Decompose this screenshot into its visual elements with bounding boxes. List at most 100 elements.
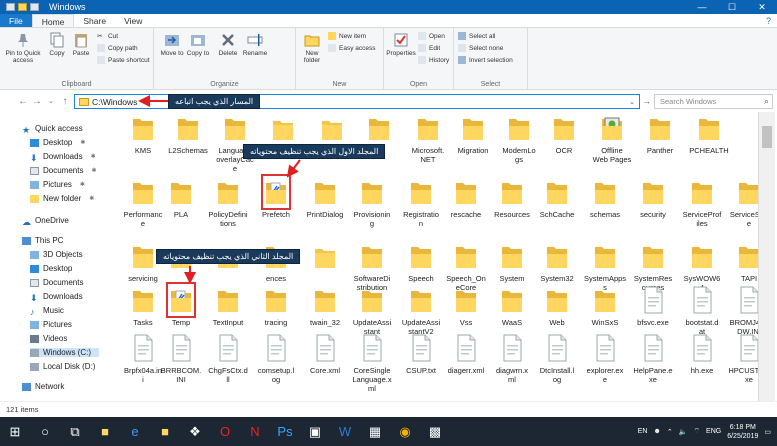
file-item[interactable]: Speech_On eCore xyxy=(441,242,491,292)
maximize-button[interactable]: ☐ xyxy=(717,2,747,13)
vertical-scrollbar[interactable] xyxy=(758,112,775,401)
file-item[interactable]: twain_32 xyxy=(300,286,350,327)
pin-icon[interactable]: ✱ xyxy=(80,181,85,188)
nav-pictures[interactable]: Pictures ✱ xyxy=(30,180,85,189)
file-item[interactable]: Vss xyxy=(441,286,491,327)
easy-access-button[interactable]: Easy access xyxy=(328,44,376,52)
file-item[interactable]: WinSxS xyxy=(580,286,630,327)
file-item[interactable]: PLA xyxy=(156,178,206,219)
nav-pc-pictures[interactable]: Pictures xyxy=(30,320,72,329)
file-item[interactable]: Microsoft. NET xyxy=(403,114,453,164)
file-item[interactable]: Temp xyxy=(156,282,206,327)
pin-icon[interactable]: ✱ xyxy=(91,153,96,160)
nav-pc-downloads[interactable]: ⬇ Downloads xyxy=(30,292,83,303)
pin-icon[interactable]: ✱ xyxy=(91,167,96,174)
file-explorer-icon[interactable]: ■ xyxy=(90,417,120,446)
file-item[interactable]: PrintDialog xyxy=(300,178,350,219)
people-icon[interactable]: ☻ xyxy=(653,428,660,435)
pin-button[interactable]: Pin to Quick access xyxy=(3,32,43,64)
new-item-button[interactable]: New item xyxy=(328,32,366,40)
nav-local-c[interactable]: Windows (C:) xyxy=(30,348,100,357)
tab-home[interactable]: Home xyxy=(31,14,75,27)
file-item[interactable]: Offline Web Pages xyxy=(587,114,637,164)
file-item[interactable] xyxy=(300,242,350,274)
folder-icon[interactable]: ■ xyxy=(150,417,180,446)
paste-button[interactable]: Paste xyxy=(70,32,92,57)
copy-to-button[interactable]: Copy to xyxy=(186,32,210,57)
start-windows-icon[interactable]: ⊞ xyxy=(0,417,30,446)
speaker-icon[interactable]: 🔈 xyxy=(679,428,688,436)
paste-shortcut-button[interactable]: Paste shortcut xyxy=(97,56,150,64)
back-arrow-icon[interactable]: ← xyxy=(16,96,30,107)
wifi-icon[interactable]: ⌔ xyxy=(693,427,700,436)
input-language[interactable]: EN xyxy=(638,428,648,435)
file-item[interactable]: SchCache xyxy=(532,178,582,219)
nav-this-pc[interactable]: This PC xyxy=(22,236,63,245)
file-item[interactable]: ServiceProf iles xyxy=(677,178,727,228)
nav-quick-access[interactable]: ★ Quick access xyxy=(22,124,83,135)
recent-chevron-icon[interactable]: ⌄ xyxy=(44,97,58,105)
file-item[interactable]: explorer.ex e xyxy=(580,334,630,384)
delete-button[interactable]: Delete xyxy=(216,32,240,57)
close-button[interactable]: ✕ xyxy=(747,2,777,13)
file-item[interactable]: OCR xyxy=(539,114,589,155)
open-button[interactable]: Open xyxy=(418,32,445,40)
file-item[interactable]: SystemApps s xyxy=(580,242,630,292)
file-item[interactable]: hh.exe xyxy=(677,334,727,375)
file-item[interactable]: diagerr.xml xyxy=(441,334,491,375)
nav-pc-desktop[interactable]: Desktop xyxy=(30,264,72,273)
file-item[interactable]: Panther xyxy=(635,114,685,155)
invert-selection-button[interactable]: Invert selection xyxy=(458,56,513,64)
generic-app-icon[interactable]: ▣ xyxy=(300,417,330,446)
photoshop-icon[interactable]: Ps xyxy=(270,417,300,446)
file-item[interactable] xyxy=(307,114,357,146)
file-item[interactable]: System xyxy=(487,242,537,283)
select-all-button[interactable]: Select all xyxy=(458,32,495,40)
file-item[interactable]: security xyxy=(628,178,678,219)
nav-videos[interactable]: Videos xyxy=(30,334,67,343)
file-item[interactable]: UpdateAssi stantV2 xyxy=(396,286,446,336)
move-to-button[interactable]: Move to xyxy=(160,32,184,57)
file-item[interactable]: SysWOW6 4 xyxy=(677,242,727,292)
file-item[interactable]: Provisionin g xyxy=(347,178,397,228)
file-item[interactable]: Speech xyxy=(396,242,446,283)
tab-view[interactable]: View xyxy=(115,14,151,27)
copy-button[interactable]: Copy xyxy=(46,32,68,57)
file-item[interactable]: Prefetch xyxy=(251,174,301,219)
rename-button[interactable]: Rename xyxy=(242,32,268,57)
nav-network[interactable]: Network xyxy=(22,382,64,391)
minimize-button[interactable]: — xyxy=(687,2,717,13)
file-item[interactable]: Resources xyxy=(487,178,537,219)
edge-browser-icon[interactable]: e xyxy=(120,417,150,446)
pin-icon[interactable]: ✱ xyxy=(89,195,94,202)
netflix-icon[interactable]: N xyxy=(240,417,270,446)
file-item[interactable]: KMS xyxy=(118,114,168,155)
file-item[interactable]: PolicyDefini tions xyxy=(203,178,253,228)
file-item[interactable]: CoreSingle Language.x ml xyxy=(347,334,397,393)
file-item[interactable] xyxy=(258,114,308,146)
dropbox-icon[interactable]: ❖ xyxy=(180,417,210,446)
cut-button[interactable]: ✂ Cut xyxy=(97,32,118,41)
notifications-icon[interactable]: ▭ xyxy=(764,428,771,436)
scrollbar-thumb[interactable] xyxy=(762,126,772,148)
file-item[interactable]: Registratio n xyxy=(396,178,446,228)
nav-new-folder[interactable]: New folder ✱ xyxy=(30,194,94,203)
edit-button[interactable]: Edit xyxy=(418,44,440,52)
nav-desktop[interactable]: Desktop ✱ xyxy=(30,138,85,147)
search-circle-icon[interactable]: ○ xyxy=(30,417,60,446)
address-bar[interactable]: C:\Windows ⌄ xyxy=(74,94,640,109)
file-item[interactable]: Web xyxy=(532,286,582,327)
file-item[interactable]: TextInput xyxy=(203,286,253,327)
nav-onedrive[interactable]: ☁ OneDrive xyxy=(22,216,69,227)
file-item[interactable]: HelpPane.e xe xyxy=(628,334,678,384)
file-item[interactable]: BRRBCOM. INI xyxy=(156,334,206,384)
nav-music[interactable]: ♪ Music xyxy=(30,306,64,317)
file-item[interactable]: HPCUST1.e xe xyxy=(724,334,758,384)
file-item[interactable]: ChgFsCtx.d ll xyxy=(203,334,253,384)
file-item[interactable]: TAPI xyxy=(724,242,758,283)
properties-icon[interactable] xyxy=(6,3,15,11)
nav-local-d[interactable]: Local Disk (D:) xyxy=(30,362,95,371)
forward-arrow-icon[interactable]: → xyxy=(30,96,44,107)
nav-documents[interactable]: Documents ✱ xyxy=(30,166,97,175)
tab-share[interactable]: Share xyxy=(74,14,115,27)
